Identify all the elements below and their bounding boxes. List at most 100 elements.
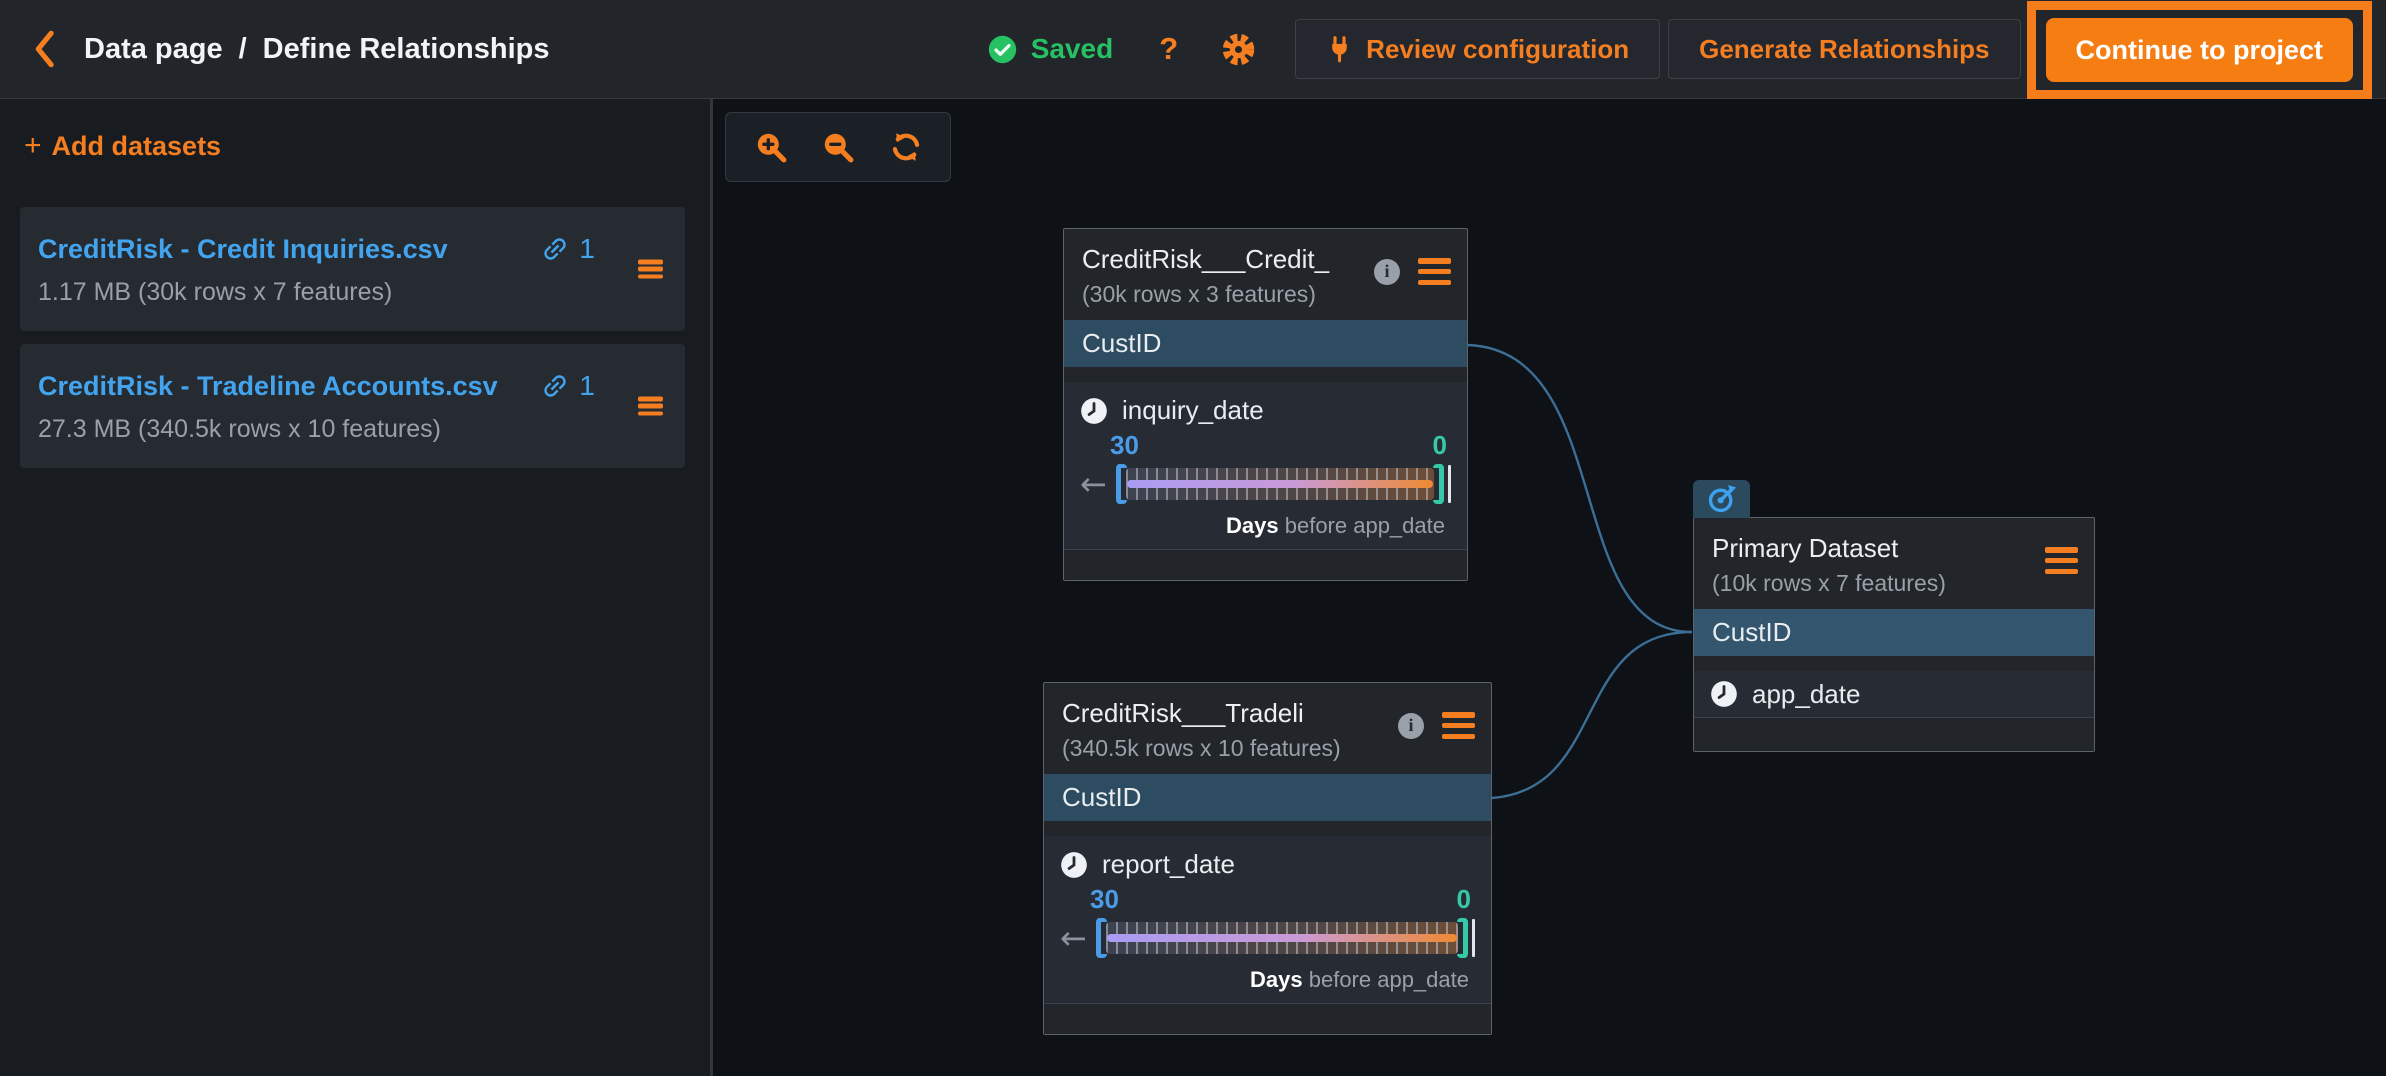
review-configuration-label: Review configuration [1366, 34, 1629, 65]
link-count-badge: 1 [540, 370, 595, 402]
node-subtitle: (340.5k rows x 10 features) [1062, 735, 1341, 762]
relationship-edge [1492, 632, 1692, 798]
continue-to-project-button[interactable]: Continue to project [2046, 18, 2353, 82]
node-title: CreditRisk___Tradeli [1062, 698, 1341, 729]
feature-window-panel: inquiry_date 30 0 ← Days before app_date [1064, 382, 1467, 550]
node-subtitle: (30k rows x 3 features) [1082, 281, 1329, 308]
node-divider [1044, 821, 1491, 836]
back-button[interactable] [26, 27, 62, 71]
date-feature-label: inquiry_date [1122, 395, 1264, 426]
dataset-node[interactable]: CreditRisk___Tradeli (340.5k rows x 10 f… [1043, 682, 1492, 1035]
zoom-out-button[interactable] [815, 124, 861, 170]
join-key-row[interactable]: CustID [1044, 774, 1491, 821]
dataset-card[interactable]: CreditRisk - Credit Inquiries.csv 1 1.17… [20, 207, 685, 331]
node-menu-icon[interactable] [1418, 258, 1451, 285]
window-start-label: 30 [1090, 884, 1119, 915]
breadcrumb-current: Define Relationships [263, 33, 550, 66]
date-feature-label: report_date [1102, 849, 1235, 880]
clock-icon [1060, 851, 1088, 879]
node-title: CreditRisk___Credit_ [1082, 244, 1329, 275]
clock-icon [1710, 680, 1738, 708]
plug-icon [1326, 36, 1353, 63]
range-end-mark [1448, 465, 1451, 503]
datasets-sidebar: + Add datasets CreditRisk - Credit Inqui… [0, 99, 713, 1076]
range-gradient [1127, 480, 1433, 488]
link-count: 1 [579, 370, 595, 402]
range-track[interactable] [1106, 922, 1458, 954]
primary-dataset-node[interactable]: Primary Dataset (10k rows x 7 features) … [1693, 517, 2095, 752]
breadcrumb-root[interactable]: Data page [84, 33, 223, 66]
link-count-badge: 1 [540, 233, 595, 265]
window-caption: Days before app_date [1060, 967, 1475, 993]
save-status-label: Saved [1031, 33, 1114, 65]
node-title: Primary Dataset [1712, 533, 1946, 564]
dataset-meta: 1.17 MB (30k rows x 7 features) [38, 278, 595, 307]
gear-icon [1220, 31, 1257, 68]
node-menu-icon[interactable] [2045, 547, 2078, 574]
dataset-card[interactable]: CreditRisk - Tradeline Accounts.csv 1 27… [20, 344, 685, 468]
dataset-meta: 27.3 MB (340.5k rows x 10 features) [38, 415, 595, 444]
node-divider [1694, 656, 2094, 671]
refresh-icon [889, 130, 923, 164]
link-icon [534, 228, 576, 270]
node-footer [1694, 718, 2094, 751]
zoom-in-icon [753, 129, 789, 165]
dataset-menu-icon[interactable] [638, 260, 663, 279]
clock-icon [1080, 397, 1108, 425]
range-end-handle[interactable] [1457, 918, 1468, 958]
primary-dataset-tab [1693, 480, 1750, 518]
generate-relationships-button[interactable]: Generate Relationships [1668, 19, 2020, 79]
feature-window-panel: report_date 30 0 ← Days before app_date [1044, 836, 1491, 1004]
relationship-canvas[interactable]: CreditRisk___Credit_ (30k rows x 3 featu… [716, 99, 2386, 1076]
join-key-row[interactable]: CustID [1694, 609, 2094, 656]
info-icon[interactable]: i [1374, 259, 1400, 285]
zoom-in-button[interactable] [748, 124, 794, 170]
relationship-edge [1468, 345, 1692, 632]
range-end-handle[interactable] [1433, 464, 1444, 504]
node-subtitle: (10k rows x 7 features) [1712, 570, 1946, 597]
plus-icon: + [24, 129, 42, 163]
node-divider [1064, 367, 1467, 382]
range-gradient [1107, 934, 1457, 942]
dataset-name-link[interactable]: CreditRisk - Credit Inquiries.csv [38, 234, 448, 265]
help-icon[interactable]: ? [1159, 31, 1178, 67]
review-configuration-button[interactable]: Review configuration [1295, 19, 1660, 79]
check-circle-icon [987, 34, 1018, 65]
node-footer [1064, 550, 1467, 580]
window-start-label: 30 [1110, 430, 1139, 461]
breadcrumb: Data page / Define Relationships [84, 33, 550, 66]
canvas-toolbar [725, 112, 951, 182]
annotation-highlight: Continue to project [2027, 1, 2372, 99]
range-end-mark [1472, 919, 1475, 957]
node-menu-icon[interactable] [1442, 712, 1475, 739]
window-end-label: 0 [1433, 430, 1447, 461]
relationship-edges [716, 99, 2386, 1076]
refresh-button[interactable] [883, 124, 929, 170]
dataset-menu-icon[interactable] [638, 397, 663, 416]
node-footer [1044, 1004, 1491, 1034]
save-status: Saved [987, 33, 1114, 65]
target-icon [1706, 483, 1738, 515]
date-feature-label: app_date [1752, 679, 1860, 710]
date-feature-row[interactable]: app_date [1694, 671, 2094, 718]
window-end-label: 0 [1457, 884, 1471, 915]
arrow-left-icon: ← [1060, 923, 1096, 953]
add-datasets-label: Add datasets [52, 131, 222, 162]
generate-relationships-label: Generate Relationships [1699, 34, 1989, 65]
link-count: 1 [579, 233, 595, 265]
back-chevron-icon [29, 29, 59, 69]
add-datasets-button[interactable]: + Add datasets [24, 129, 221, 163]
dataset-node[interactable]: CreditRisk___Credit_ (30k rows x 3 featu… [1063, 228, 1468, 581]
window-caption: Days before app_date [1080, 513, 1451, 539]
dataset-name-link[interactable]: CreditRisk - Tradeline Accounts.csv [38, 371, 498, 402]
settings-button[interactable] [1220, 31, 1257, 68]
info-icon[interactable]: i [1398, 713, 1424, 739]
link-icon [534, 365, 576, 407]
app-window: Data page / Define Relationships Saved ? [0, 0, 2386, 1076]
zoom-out-icon [820, 129, 856, 165]
top-bar: Data page / Define Relationships Saved ? [0, 0, 2386, 99]
breadcrumb-separator: / [239, 33, 247, 66]
range-track[interactable] [1126, 468, 1434, 500]
join-key-row[interactable]: CustID [1064, 320, 1467, 367]
arrow-left-icon: ← [1080, 469, 1116, 499]
